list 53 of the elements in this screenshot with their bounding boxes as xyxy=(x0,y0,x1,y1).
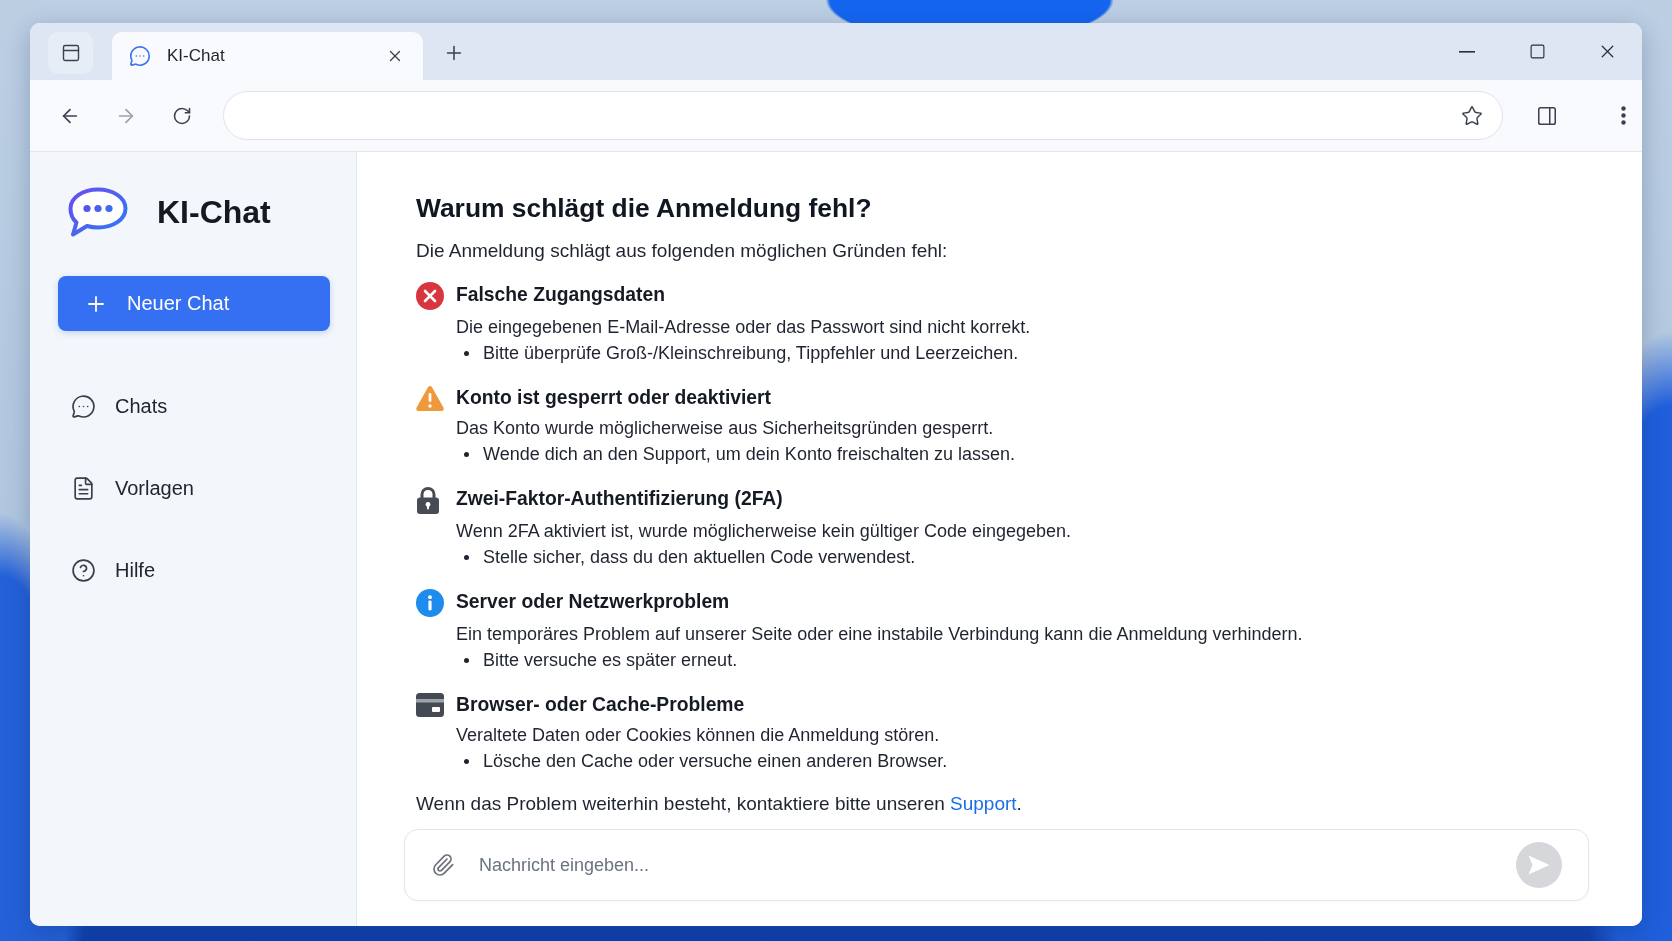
credit-card-icon xyxy=(416,693,444,717)
star-icon xyxy=(1461,104,1483,127)
bullet-icon xyxy=(464,758,469,764)
lock-icon xyxy=(416,486,440,514)
support-link[interactable]: Support xyxy=(950,793,1017,814)
side-panel-icon xyxy=(1536,104,1558,127)
window-icon xyxy=(60,42,81,63)
bullet-text: Bitte versuche es später erneut. xyxy=(483,649,738,672)
intro-text: Die Anmeldung schlägt aus folgenden möglichen Gründen fehl: xyxy=(416,239,949,263)
bullet-text: Bitte überprüfe Groß-/Kleinschreibung, Tippfehler und Leerzeichen. xyxy=(483,342,1019,365)
chat-bubble-logo-icon xyxy=(68,187,128,237)
reason-title: Zwei-Faktor-Authentifizierung (2FA) xyxy=(456,487,784,511)
bullet-text: Lösche den Cache oder versuche einen anderen Browser. xyxy=(483,750,948,773)
bullet-icon xyxy=(464,657,469,663)
reload-icon xyxy=(172,105,192,126)
sidebar-item[interactable]: Vorlagen xyxy=(58,463,330,513)
bullet-text: Wende dich an den Support, um dein Konto freischalten zu lassen. xyxy=(483,443,1015,466)
bullet-text: Stelle sicher, dass du den aktuellen Code verwendest. xyxy=(483,546,916,569)
message-field[interactable]: Nachricht eingeben... xyxy=(404,829,1589,901)
document-icon xyxy=(71,475,96,501)
reason-title: Server oder Netzwerkproblem xyxy=(456,590,731,614)
maximize-icon xyxy=(1528,43,1546,60)
info-circle-icon xyxy=(416,589,444,617)
tab-title: KI-Chat xyxy=(167,46,226,66)
browser-tab[interactable]: KI-Chat xyxy=(112,32,423,80)
reason-title: Konto ist gesperrt oder deaktiviert xyxy=(456,386,772,410)
send-arrow-icon xyxy=(1528,855,1550,875)
sidebar-item[interactable]: Hilfe xyxy=(58,545,330,595)
bullet-icon xyxy=(464,350,469,356)
reason-title: Browser- oder Cache-Probleme xyxy=(456,693,746,717)
app-title: KI-Chat xyxy=(157,193,271,231)
sidebar-item[interactable]: Chats xyxy=(58,381,330,431)
paperclip-icon xyxy=(431,853,455,877)
footer-text: Wenn das Problem weiterhin besteht, kontaktiere bitte unseren Support. xyxy=(416,792,1023,816)
answer-heading: Warum schlägt die Anmeldung fehl? xyxy=(416,192,873,224)
bullet-icon xyxy=(464,451,469,457)
reason-description: Veraltete Daten oder Cookies können die Anmeldung stören. xyxy=(456,724,941,747)
help-icon xyxy=(71,557,96,583)
error-circle-x-icon xyxy=(416,282,444,310)
menu-icon xyxy=(1620,106,1626,125)
reason-description: Die eingegebenen E-Mail-Adresse oder das Passwort sind nicht korrekt. xyxy=(456,316,1032,339)
tab-overview-button[interactable] xyxy=(48,31,93,74)
chat-bubble-icon xyxy=(71,393,96,419)
bullet-icon xyxy=(464,554,469,560)
reason-description: Wenn 2FA aktiviert ist, wurde möglicherweise kein gültiger Code eingegeben. xyxy=(456,520,1072,543)
reason-title: Falsche Zugangsdaten xyxy=(456,283,666,307)
reason-description: Ein temporäres Problem auf unserer Seite oder eine instabile Verbindung kann die Anmeldung verhindern. xyxy=(456,623,1304,646)
minimize-icon xyxy=(1459,50,1475,53)
message-input[interactable]: Nachricht eingeben... xyxy=(479,845,1516,885)
reason-description: Das Konto wurde möglicherweise aus Sicherheitsgründen gesperrt. xyxy=(456,417,995,440)
chat-bubble-icon xyxy=(129,45,151,67)
new-chat-button[interactable]: Neuer Chat xyxy=(58,276,330,331)
warning-triangle-icon xyxy=(416,385,444,411)
